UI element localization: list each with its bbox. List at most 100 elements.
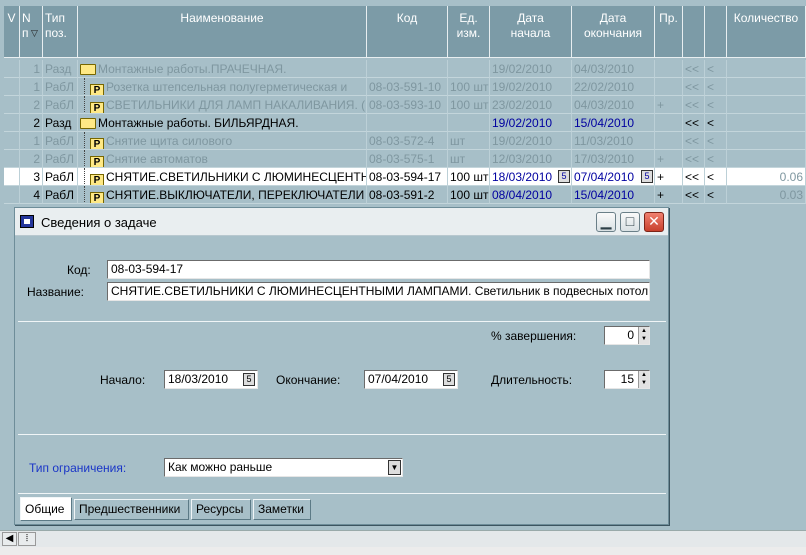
cell-l2[interactable]: < bbox=[705, 96, 727, 114]
cell-end[interactable]: 22/02/2010 bbox=[572, 78, 655, 96]
table-row[interactable]: 1 Разд Монтажные работы.ПРАЧЕЧНАЯ. 19/02/20… bbox=[0, 60, 806, 78]
cell-pr[interactable] bbox=[655, 78, 683, 96]
cell-l1[interactable]: << bbox=[683, 96, 705, 114]
cell-v[interactable] bbox=[4, 150, 20, 168]
cell-end[interactable]: 04/03/2010 bbox=[572, 96, 655, 114]
cell-l1[interactable]: << bbox=[683, 78, 705, 96]
cell-n[interactable]: 1 bbox=[20, 132, 43, 150]
cell-l2[interactable]: < bbox=[705, 60, 727, 78]
col-header-link1[interactable] bbox=[683, 6, 705, 58]
cell-code[interactable]: 08-03-591-10 bbox=[367, 78, 448, 96]
cell-v[interactable] bbox=[4, 78, 20, 96]
cell-end[interactable]: 04/03/2010 bbox=[572, 60, 655, 78]
cell-end[interactable]: 15/04/2010 bbox=[572, 186, 655, 204]
table-row[interactable]: 1 РабЛ P Розетка штепсельная полугерметичес… bbox=[0, 78, 806, 96]
cell-name[interactable]: Монтажные работы.ПРАЧЕЧНАЯ. bbox=[78, 60, 367, 78]
cell-n[interactable]: 1 bbox=[20, 60, 43, 78]
cell-start[interactable]: 08/04/2010 bbox=[490, 186, 572, 204]
cell-end[interactable]: 07/04/2010 5 bbox=[572, 168, 655, 186]
cell-l2[interactable]: < bbox=[705, 168, 727, 186]
spin-arrows-icon[interactable]: ▲ ▼ bbox=[638, 371, 649, 388]
cell-type[interactable]: РабЛ bbox=[43, 96, 78, 114]
cell-name[interactable]: Монтажные работы. БИЛЬЯРДНАЯ. bbox=[78, 114, 367, 132]
cell-n[interactable]: 2 bbox=[20, 150, 43, 168]
cell-qty[interactable] bbox=[727, 96, 806, 114]
cell-code[interactable] bbox=[367, 114, 448, 132]
cell-unit[interactable]: 100 шт bbox=[448, 186, 490, 204]
cell-l2[interactable]: < bbox=[705, 78, 727, 96]
cell-pr[interactable]: + bbox=[655, 96, 683, 114]
table-row[interactable]: 2 Разд Монтажные работы. БИЛЬЯРДНАЯ. 19/02/… bbox=[0, 114, 806, 132]
cell-name[interactable]: P СНЯТИЕ.СВЕТИЛЬНИКИ С ЛЮМИНЕСЦЕНТНЫ bbox=[78, 168, 367, 186]
col-header-link2[interactable] bbox=[705, 6, 727, 58]
cell-n[interactable]: 2 bbox=[20, 114, 43, 132]
spin-arrows-icon[interactable]: ▲ ▼ bbox=[638, 327, 649, 344]
cell-v[interactable] bbox=[4, 132, 20, 150]
cell-pr[interactable] bbox=[655, 132, 683, 150]
tab-predecessors[interactable]: Предшественники bbox=[74, 499, 189, 520]
cell-n[interactable]: 2 bbox=[20, 96, 43, 114]
col-header-type[interactable]: Тип поз. bbox=[43, 6, 78, 58]
cell-type[interactable]: Разд bbox=[43, 114, 78, 132]
cell-end[interactable]: 11/03/2010 bbox=[572, 132, 655, 150]
cell-qty[interactable] bbox=[727, 60, 806, 78]
constraint-select[interactable]: Как можно раньше ▼ bbox=[164, 458, 403, 477]
cell-pr[interactable]: + bbox=[655, 168, 683, 186]
tab-general[interactable]: Общие bbox=[20, 497, 72, 521]
cell-l2[interactable]: < bbox=[705, 132, 727, 150]
cell-v[interactable] bbox=[4, 186, 20, 204]
cell-pr[interactable] bbox=[655, 114, 683, 132]
cell-type[interactable]: РабЛ bbox=[43, 78, 78, 96]
cell-start[interactable]: 19/02/2010 bbox=[490, 132, 572, 150]
cell-code[interactable]: 08-03-591-2 bbox=[367, 186, 448, 204]
scroll-left-button[interactable]: ◀ bbox=[2, 532, 17, 546]
end-date-field[interactable]: 07/04/2010 5 bbox=[364, 370, 458, 389]
cell-l1[interactable]: << bbox=[683, 186, 705, 204]
cell-pr[interactable]: + bbox=[655, 150, 683, 168]
cell-unit[interactable]: 100 шт bbox=[448, 78, 490, 96]
cell-start[interactable]: 19/02/2010 bbox=[490, 78, 572, 96]
cell-code[interactable]: 08-03-593-10 bbox=[367, 96, 448, 114]
cell-qty[interactable] bbox=[727, 132, 806, 150]
col-header-code[interactable]: Код bbox=[367, 6, 448, 58]
calendar-icon[interactable]: 5 bbox=[443, 373, 455, 386]
cell-code[interactable]: 08-03-594-17 bbox=[367, 168, 448, 186]
cell-v[interactable] bbox=[4, 60, 20, 78]
completion-spinner[interactable]: 0 ▲ ▼ bbox=[604, 326, 650, 345]
cell-qty[interactable]: 0.06 bbox=[727, 168, 806, 186]
cell-unit[interactable]: шт bbox=[448, 132, 490, 150]
table-row[interactable]: 1 РабЛ P Снятие щита силового 08-03-572-4 шт 1… bbox=[0, 132, 806, 150]
col-header-qty[interactable]: Количество bbox=[727, 6, 806, 58]
cell-l2[interactable]: < bbox=[705, 150, 727, 168]
tab-notes[interactable]: Заметки bbox=[253, 499, 311, 520]
cell-type[interactable]: Разд bbox=[43, 60, 78, 78]
cell-start[interactable]: 23/02/2010 bbox=[490, 96, 572, 114]
cell-name[interactable]: P СВЕТИЛЬНИКИ ДЛЯ ЛАМП НАКАЛИВАНИЯ. ( bbox=[78, 96, 367, 114]
table-row[interactable]: 2 РабЛ P Снятие автоматов 08-03-575-1 шт 12/03… bbox=[0, 150, 806, 168]
cell-l2[interactable]: < bbox=[705, 114, 727, 132]
cell-pr[interactable] bbox=[655, 60, 683, 78]
cell-n[interactable]: 4 bbox=[20, 186, 43, 204]
cell-code[interactable]: 08-03-572-4 bbox=[367, 132, 448, 150]
table-row[interactable]: 2 РабЛ P СВЕТИЛЬНИКИ ДЛЯ ЛАМП НАКАЛИВАНИЯ. … bbox=[0, 96, 806, 114]
maximize-button[interactable]: □ bbox=[620, 212, 640, 232]
cell-name[interactable]: P Снятие автоматов bbox=[78, 150, 367, 168]
cell-l1[interactable]: << bbox=[683, 150, 705, 168]
cell-n[interactable]: 1 bbox=[20, 78, 43, 96]
cell-qty[interactable] bbox=[727, 150, 806, 168]
cell-start[interactable]: 18/03/2010 5 bbox=[490, 168, 572, 186]
cell-l2[interactable]: < bbox=[705, 186, 727, 204]
cell-start[interactable]: 19/02/2010 bbox=[490, 60, 572, 78]
cell-v[interactable] bbox=[4, 168, 20, 186]
cell-code[interactable]: 08-03-575-1 bbox=[367, 150, 448, 168]
cell-v[interactable] bbox=[4, 96, 20, 114]
cell-v[interactable] bbox=[4, 114, 20, 132]
cell-type[interactable]: РабЛ bbox=[43, 168, 78, 186]
cell-start[interactable]: 12/03/2010 bbox=[490, 150, 572, 168]
col-header-n[interactable]: N п ▽ bbox=[20, 6, 43, 58]
calendar-icon[interactable]: 5 bbox=[558, 170, 570, 183]
chevron-down-icon[interactable]: ▼ bbox=[388, 460, 401, 475]
cell-type[interactable]: РабЛ bbox=[43, 186, 78, 204]
cell-pr[interactable]: + bbox=[655, 186, 683, 204]
cell-l1[interactable]: << bbox=[683, 114, 705, 132]
